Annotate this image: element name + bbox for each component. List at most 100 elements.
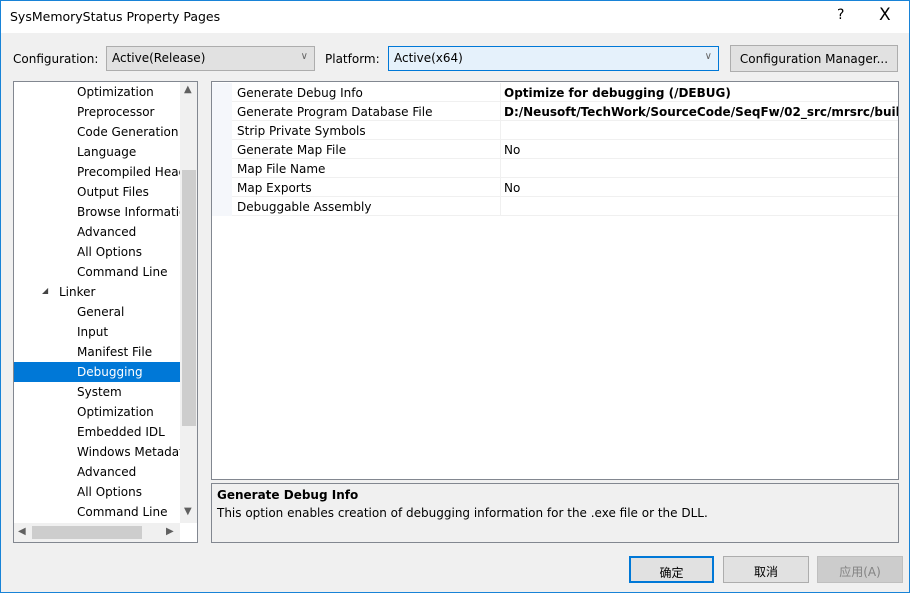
property-row[interactable]: Map Exports No — [212, 178, 898, 197]
chevron-down-icon: ∨ — [704, 51, 712, 62]
help-button[interactable]: ? — [837, 7, 844, 23]
tree-item[interactable]: Command Line — [14, 502, 180, 522]
apply-button[interactable]: 应用(A) — [817, 556, 903, 583]
property-value[interactable] — [500, 159, 898, 178]
tree-item-label: Manifest File — [77, 345, 153, 359]
chevron-down-icon: ∨ — [300, 51, 308, 62]
property-name: Map Exports — [237, 181, 312, 195]
scroll-up-icon[interactable]: ▲ — [184, 84, 192, 95]
tree-item[interactable]: System — [14, 382, 180, 402]
tree-item-label: Advanced — [77, 465, 137, 479]
tree-item-label: Preprocessor — [77, 105, 155, 119]
scroll-down-icon[interactable]: ▼ — [184, 506, 192, 517]
row-gutter — [212, 197, 232, 216]
tree-item-label: All Options — [77, 245, 142, 259]
tree-item-label: System — [77, 385, 122, 399]
tree-item-label: Command Line — [77, 505, 168, 519]
row-gutter — [212, 140, 232, 159]
property-value[interactable]: Optimize for debugging (/DEBUG) — [500, 83, 898, 102]
window-title: SysMemoryStatus Property Pages — [10, 9, 221, 24]
tree-item-label: Linker — [59, 285, 96, 299]
property-name: Debuggable Assembly — [237, 200, 372, 214]
tree-item[interactable]: Code Generation — [14, 122, 180, 142]
property-row[interactable]: Generate Program Database File D:/Neusoft… — [212, 102, 898, 121]
tree-item[interactable]: Input — [14, 322, 180, 342]
property-tree[interactable]: Optimization Preprocessor Code Generation L… — [13, 81, 198, 543]
ok-button[interactable]: 确定 — [629, 556, 714, 583]
property-row[interactable]: Generate Map File No — [212, 140, 898, 159]
close-button[interactable]: X — [879, 5, 891, 25]
tree-item-label: Output Files — [77, 185, 149, 199]
property-name: Generate Program Database File — [237, 105, 433, 119]
tree-item[interactable]: Windows Metadata — [14, 442, 180, 462]
tree-item-label: Advanced — [77, 225, 137, 239]
tree-item[interactable]: Embedded IDL — [14, 422, 180, 442]
property-row[interactable]: Debuggable Assembly — [212, 197, 898, 216]
tree-item-label: Embedded IDL — [77, 425, 165, 439]
cancel-button[interactable]: 取消 — [723, 556, 809, 583]
tree-item-label: Optimization — [77, 405, 154, 419]
row-gutter — [212, 178, 232, 197]
platform-dropdown[interactable]: Active(x64) ∨ — [388, 46, 719, 71]
tree-item[interactable]: Language — [14, 142, 180, 162]
property-grid[interactable]: Generate Debug Info Optimize for debuggin… — [211, 81, 899, 480]
tree-item-label: General — [77, 305, 125, 319]
property-value[interactable]: No — [500, 178, 898, 197]
property-row[interactable]: Strip Private Symbols — [212, 121, 898, 140]
tree-item[interactable]: All Options — [14, 482, 180, 502]
expand-arrow-icon[interactable]: ◢ — [42, 286, 48, 295]
title-bar: SysMemoryStatus Property Pages ? X — [1, 1, 909, 33]
property-name: Strip Private Symbols — [237, 124, 366, 138]
tree-item[interactable]: ◢ Linker — [14, 282, 180, 302]
tree-item[interactable]: Command Line — [14, 262, 180, 282]
tree-item[interactable]: General — [14, 302, 180, 322]
tree-item-label: Precompiled Headers — [77, 165, 180, 179]
tree-item-label: All Options — [77, 485, 142, 499]
tree-scroll-thumb[interactable] — [182, 170, 196, 426]
configuration-dropdown[interactable]: Active(Release) ∨ — [106, 46, 315, 71]
tree-item[interactable]: Precompiled Headers — [14, 162, 180, 182]
property-name: Map File Name — [237, 162, 326, 176]
property-value[interactable]: D:/Neusoft/TechWork/SourceCode/SeqFw/02_… — [500, 102, 898, 121]
tree-item-label: Command Line — [77, 265, 168, 279]
scroll-right-icon[interactable]: ▶ — [166, 526, 174, 537]
configuration-manager-button[interactable]: Configuration Manager... — [730, 45, 898, 72]
property-row[interactable]: Map File Name — [212, 159, 898, 178]
tree-item[interactable]: Preprocessor — [14, 102, 180, 122]
configuration-value: Active(Release) — [112, 51, 206, 65]
tree-item[interactable]: Optimization — [14, 82, 180, 102]
tree-item-label: Browse Information — [77, 205, 180, 219]
tree-item[interactable]: All Options — [14, 242, 180, 262]
property-value[interactable] — [500, 197, 898, 216]
tree-item-label: Code Generation — [77, 125, 179, 139]
description-panel: Generate Debug Info This option enables … — [211, 483, 899, 543]
tree-item[interactable]: Advanced — [14, 222, 180, 242]
tree-item[interactable]: Output Files — [14, 182, 180, 202]
row-gutter — [212, 159, 232, 178]
property-name: Generate Map File — [237, 143, 347, 157]
tree-item[interactable]: Debugging — [14, 362, 180, 382]
tree-item-label: Windows Metadata — [77, 445, 180, 459]
row-gutter — [212, 83, 232, 102]
tree-item[interactable]: Advanced — [14, 462, 180, 482]
platform-value: Active(x64) — [394, 51, 463, 65]
row-gutter — [212, 102, 232, 121]
description-title: Generate Debug Info — [217, 488, 359, 502]
tree-item[interactable]: Browse Information — [14, 202, 180, 222]
property-value[interactable]: No — [500, 140, 898, 159]
tree-hscroll-thumb[interactable] — [32, 526, 142, 539]
configuration-label: Configuration: — [13, 52, 99, 66]
tree-item-label: Input — [77, 325, 109, 339]
tree-item-label: Optimization — [77, 85, 154, 99]
tree-item-label: Language — [77, 145, 137, 159]
tree-item-label: Debugging — [77, 365, 143, 379]
property-value[interactable] — [500, 121, 898, 140]
property-name: Generate Debug Info — [237, 86, 363, 100]
scroll-left-icon[interactable]: ◀ — [18, 526, 26, 537]
tree-item[interactable]: Optimization — [14, 402, 180, 422]
description-text: This option enables creation of debuggin… — [217, 506, 708, 520]
platform-label: Platform: — [325, 52, 380, 66]
property-row[interactable]: Generate Debug Info Optimize for debuggin… — [212, 83, 898, 102]
row-gutter — [212, 121, 232, 140]
tree-item[interactable]: Manifest File — [14, 342, 180, 362]
